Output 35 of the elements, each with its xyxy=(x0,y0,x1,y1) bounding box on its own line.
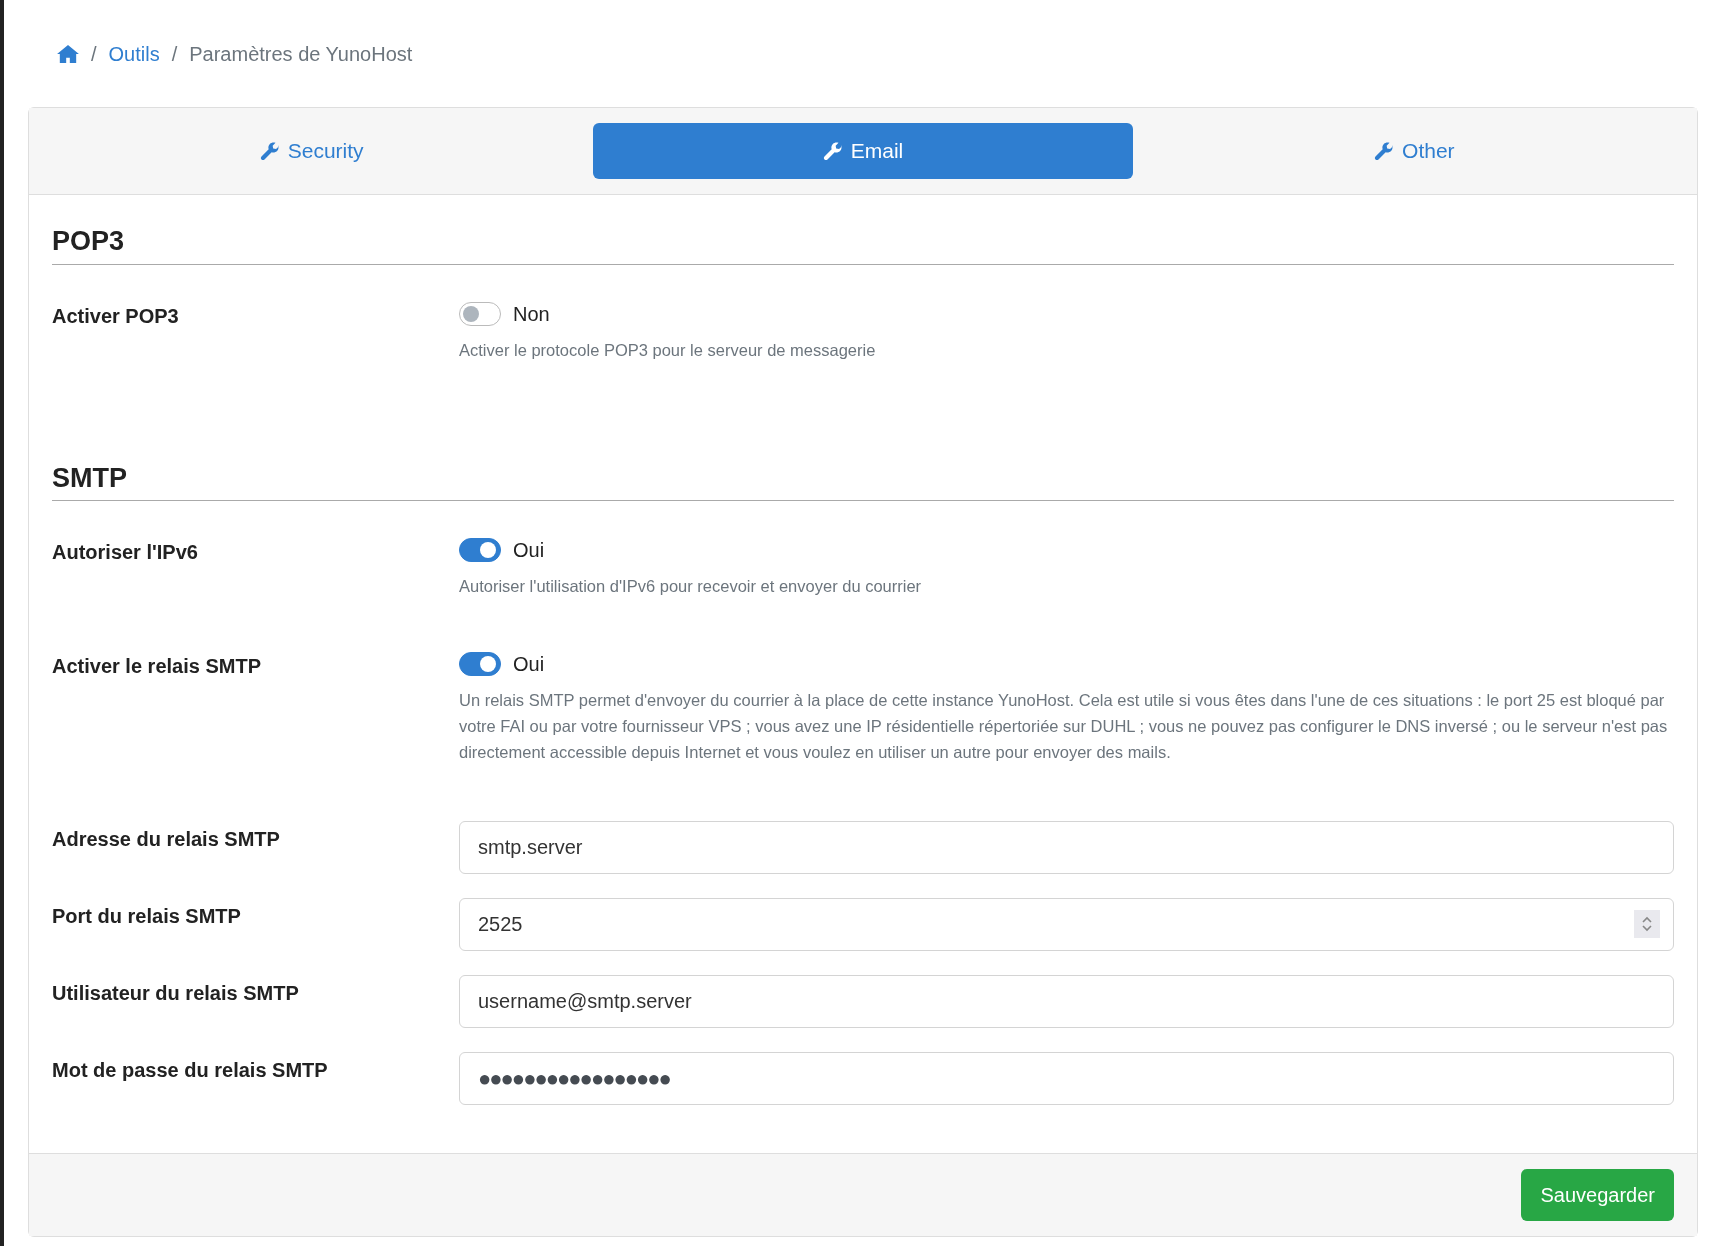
number-field[interactable]: 2525 xyxy=(459,898,1674,951)
spinner-icon[interactable] xyxy=(1634,910,1660,938)
field-label: Activer POP3 xyxy=(52,303,180,329)
tab[interactable]: Other xyxy=(1144,123,1684,179)
toggle-state-label: Oui xyxy=(513,538,545,563)
toggle-switch[interactable] xyxy=(459,301,501,326)
wrench-icon xyxy=(1374,141,1395,161)
help-text: Un relais SMTP permet d'envoyer du courrier à la place de cette instance YunoHost. Cela est utile si vous êtes dans l'une de ces situations : le port 25 est bloqué par votre FAI ou par votre fournisseur VPS ; vous avez une IP résidentielle répertoriée sur DUHL ; vous ne pouvez pas configurer le DNS inversé ; ou le serveur n'est pas directement accessible depuis Internet et vous voulez en utiliser un autre pour envoyer des mails. xyxy=(459,690,1669,763)
section-title: SMTP xyxy=(52,457,1674,501)
field-label: Activer le relais SMTP xyxy=(52,654,262,679)
input-field[interactable]: smtp.server xyxy=(459,821,1674,874)
tab[interactable]: Security xyxy=(42,123,582,179)
help-text: Autoriser l'utilisation d'IPv6 pour recevoir et envoyer du courrier xyxy=(459,576,923,597)
toggle-state-label: Non xyxy=(513,301,550,327)
breadcrumb-separator: / xyxy=(171,41,178,67)
password-field[interactable]: ●●●●●●●●●●●●●●●●● xyxy=(459,1052,1674,1105)
breadcrumb-link[interactable]: Outils xyxy=(108,38,160,69)
field-label: Utilisateur du relais SMTP xyxy=(52,981,300,1006)
section-title: POP3 xyxy=(52,221,1674,265)
breadcrumb-separator: / xyxy=(91,41,97,67)
help-text: Activer le protocole POP3 pour le serveur de messagerie xyxy=(459,339,877,361)
input-field[interactable]: username@smtp.server xyxy=(459,975,1674,1028)
toggle-state-label: Oui xyxy=(513,652,545,677)
toggle-switch[interactable] xyxy=(459,538,501,562)
tab[interactable]: Email xyxy=(593,123,1133,179)
wrench-icon xyxy=(259,141,280,161)
toggle-switch[interactable] xyxy=(459,652,501,676)
field-label: Adresse du relais SMTP xyxy=(52,827,281,852)
field-label: Mot de passe du relais SMTP xyxy=(52,1058,329,1083)
home-icon[interactable] xyxy=(57,43,79,64)
breadcrumb-current: Paramètres de YunoHost xyxy=(189,41,413,67)
save-button[interactable]: Sauvegarder xyxy=(1521,1169,1674,1221)
field-label: Port du relais SMTP xyxy=(52,904,242,929)
field-label: Autoriser l'IPv6 xyxy=(52,540,199,565)
wrench-icon xyxy=(822,141,843,161)
